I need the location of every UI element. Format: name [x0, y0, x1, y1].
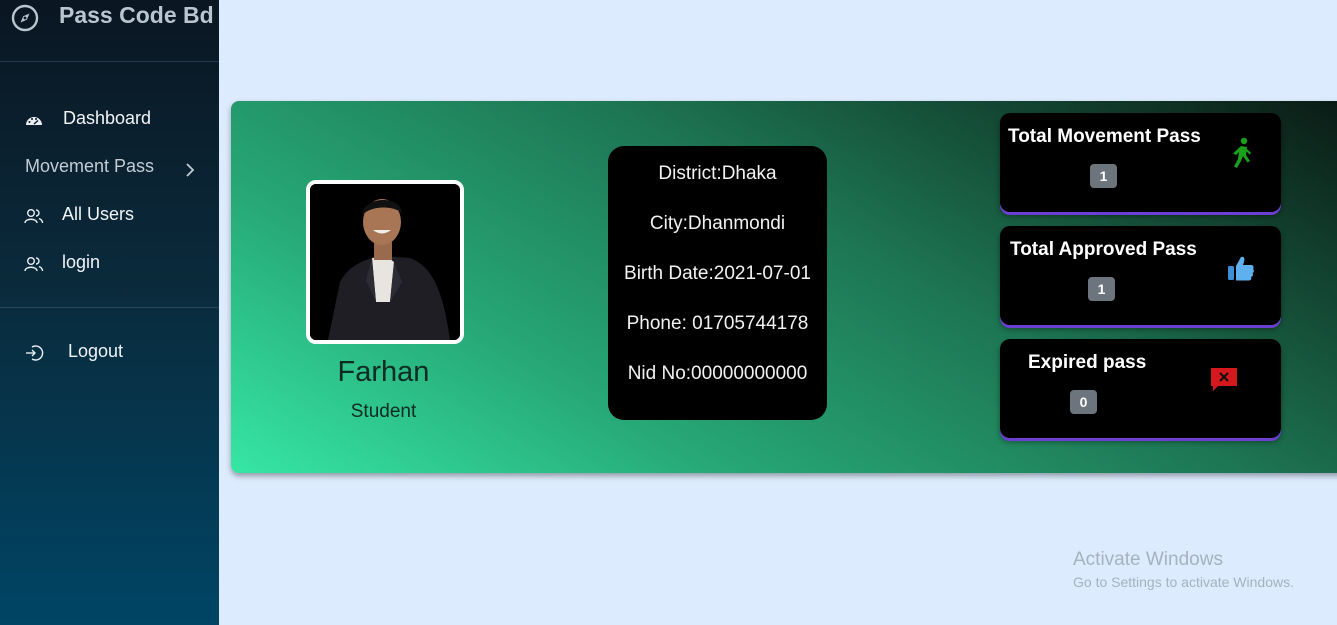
sidebar-item-label: Dashboard — [63, 108, 152, 128]
logout-icon — [24, 344, 44, 362]
sidebar-item-login[interactable]: login — [0, 246, 219, 280]
sidebar-item-dashboard[interactable]: Dashboard — [0, 102, 219, 136]
sidebar: Pass Code Bd Dashboard Movement Pass All… — [0, 0, 219, 625]
dashboard-gauge-icon — [24, 111, 44, 129]
sidebar-item-label: Movement Pass — [25, 156, 155, 176]
activate-windows-title: Activate Windows — [1073, 549, 1223, 570]
user-info-panel: District:Dhaka City:Dhanmondi Birth Date… — [608, 146, 827, 420]
users-icon — [24, 255, 44, 273]
stat-title: Expired pass — [1028, 352, 1147, 373]
stat-title: Total Movement Pass — [1008, 126, 1201, 147]
count-badge: 0 — [1070, 390, 1097, 414]
sidebar-item-all-users[interactable]: All Users — [0, 198, 219, 232]
users-icon — [24, 207, 44, 225]
red-x-comment-icon — [1210, 366, 1238, 397]
sidebar-item-label: login — [62, 252, 101, 272]
thumbs-up-icon — [1227, 254, 1255, 287]
count-badge: 1 — [1090, 164, 1117, 188]
activate-windows-subtitle: Go to Settings to activate Windows. — [1073, 574, 1294, 590]
sidebar-item-movement-pass[interactable]: Movement Pass — [0, 150, 219, 184]
count-badge: 1 — [1088, 277, 1115, 301]
chevron-right-icon — [185, 161, 195, 182]
phone-text: Phone: 01705744178 — [626, 313, 809, 334]
user-role: Student — [350, 401, 417, 422]
total-movement-pass-card[interactable]: Total Movement Pass 1 — [1000, 113, 1281, 212]
compass-icon — [11, 4, 39, 32]
sidebar-item-logout[interactable]: Logout — [0, 335, 219, 369]
total-approved-pass-card[interactable]: Total Approved Pass 1 — [1000, 226, 1281, 325]
brand[interactable]: Pass Code Bd — [0, 0, 219, 62]
brand-title: Pass Code Bd — [59, 2, 214, 28]
avatar — [306, 180, 464, 344]
nid-text: Nid No:00000000000 — [627, 363, 808, 384]
user-name: Farhan — [337, 356, 430, 388]
sidebar-item-label: All Users — [62, 204, 135, 224]
city-text: City:Dhanmondi — [649, 213, 786, 234]
sidebar-divider — [0, 307, 219, 308]
profile-card: Farhan Student District:Dhaka City:Dhanm… — [231, 101, 1337, 473]
district-text: District:Dhaka — [658, 163, 777, 184]
walking-person-icon — [1230, 137, 1254, 174]
expired-pass-card[interactable]: Expired pass 0 — [1000, 339, 1281, 438]
stat-title: Total Approved Pass — [1010, 239, 1197, 260]
birth-date-text: Birth Date:2021-07-01 — [624, 263, 811, 284]
sidebar-item-label: Logout — [68, 341, 124, 361]
